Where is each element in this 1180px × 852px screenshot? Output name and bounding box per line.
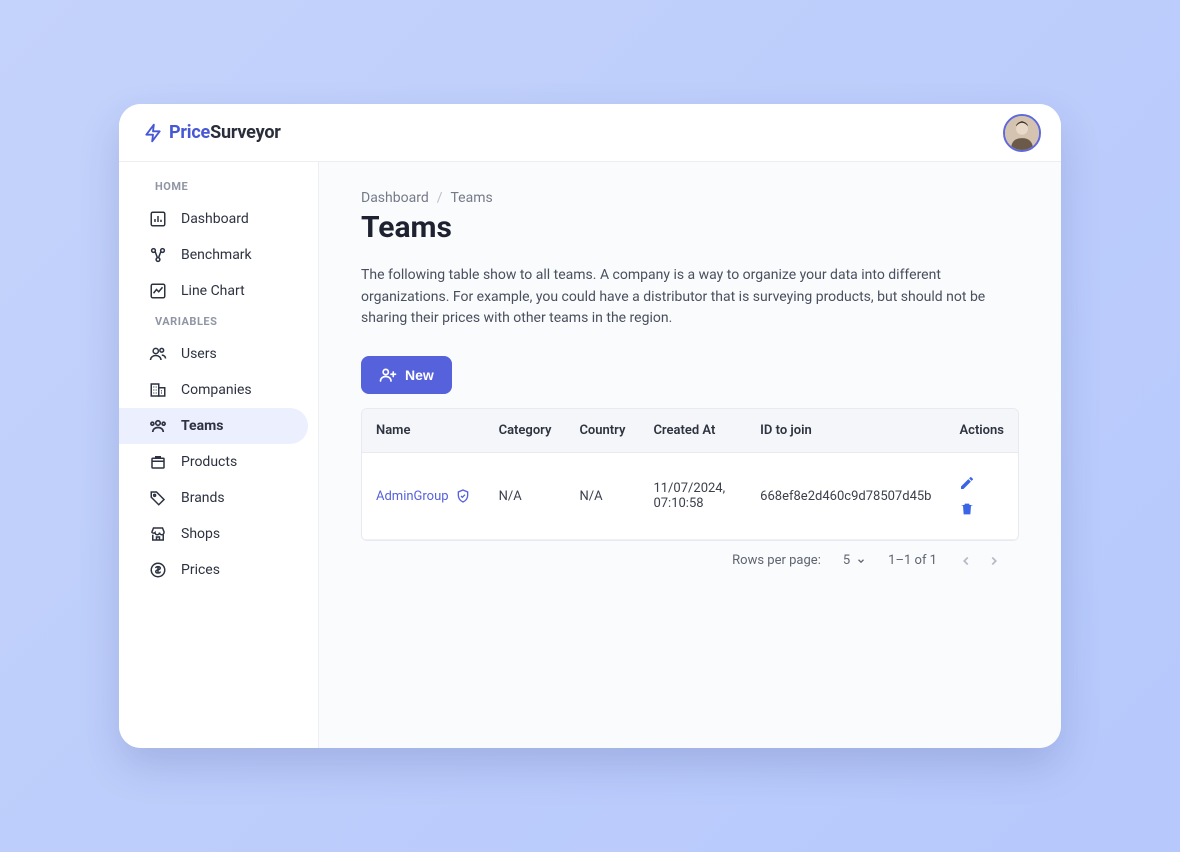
teams-icon <box>149 417 167 435</box>
brands-icon <box>149 489 167 507</box>
sidebar-item-label: Line Chart <box>181 283 245 299</box>
sidebar-item-label: Brands <box>181 490 225 506</box>
col-id-to-join: ID to join <box>746 409 945 453</box>
col-country: Country <box>565 409 639 453</box>
row-actions <box>959 475 1004 517</box>
rows-per-page-select[interactable]: 5 <box>843 553 866 568</box>
sidebar-item-label: Shops <box>181 526 220 542</box>
cell-id-to-join: 668ef8e2d460c9d78507d45b <box>746 453 945 540</box>
linechart-icon <box>149 282 167 300</box>
sidebar-item-dashboard[interactable]: Dashboard <box>119 201 318 237</box>
table-row: AdminGroup N/A N/A 11/07/2024, 07:10:58 … <box>362 453 1018 540</box>
breadcrumb-root[interactable]: Dashboard <box>361 190 429 206</box>
dashboard-icon <box>149 210 167 228</box>
team-name-text: AdminGroup <box>376 489 449 504</box>
sidebar-item-prices[interactable]: Prices <box>119 552 318 588</box>
page-prev-icon[interactable] <box>959 554 973 568</box>
cell-country: N/A <box>565 453 639 540</box>
col-category: Category <box>485 409 566 453</box>
benchmark-icon <box>149 246 167 264</box>
delete-icon[interactable] <box>959 501 975 517</box>
bolt-icon <box>143 123 163 143</box>
sidebar: HOME Dashboard Benchmark Line Chart VARI… <box>119 162 319 748</box>
sidebar-item-shops[interactable]: Shops <box>119 516 318 552</box>
new-button[interactable]: New <box>361 356 452 394</box>
col-name: Name <box>362 409 485 453</box>
users-icon <box>149 345 167 363</box>
app-window: PriceSurveyor HOME Dashboard Benchmark <box>119 104 1061 748</box>
sidebar-item-companies[interactable]: Companies <box>119 372 318 408</box>
chevron-down-icon <box>856 556 866 566</box>
sidebar-item-linechart[interactable]: Line Chart <box>119 273 318 309</box>
logo[interactable]: PriceSurveyor <box>143 122 281 143</box>
rows-per-page-value: 5 <box>843 553 850 568</box>
prices-icon <box>149 561 167 579</box>
col-actions: Actions <box>945 409 1018 453</box>
page-next-icon[interactable] <box>987 554 1001 568</box>
products-icon <box>149 453 167 471</box>
sidebar-item-teams[interactable]: Teams <box>119 408 308 444</box>
breadcrumb-separator: / <box>437 190 443 206</box>
rows-per-page-label: Rows per page: <box>732 553 821 568</box>
sidebar-item-label: Teams <box>181 418 223 434</box>
section-home-label: HOME <box>119 180 318 201</box>
shops-icon <box>149 525 167 543</box>
sidebar-item-label: Users <box>181 346 217 362</box>
sidebar-item-label: Companies <box>181 382 252 398</box>
main-content: Dashboard / Teams Teams The following ta… <box>319 162 1061 748</box>
logo-text: PriceSurveyor <box>169 122 281 143</box>
avatar-image <box>1005 114 1039 152</box>
companies-icon <box>149 381 167 399</box>
sidebar-item-label: Products <box>181 454 237 470</box>
topbar: PriceSurveyor <box>119 104 1061 162</box>
breadcrumb-current: Teams <box>451 190 493 206</box>
cell-category: N/A <box>485 453 566 540</box>
sidebar-item-brands[interactable]: Brands <box>119 480 318 516</box>
col-created-at: Created At <box>639 409 746 453</box>
cell-created-at: 11/07/2024, 07:10:58 <box>639 453 746 540</box>
shield-check-icon <box>455 488 471 504</box>
edit-icon[interactable] <box>959 475 975 491</box>
section-variables-label: VARIABLES <box>119 315 318 336</box>
page-description: The following table show to all teams. A… <box>361 265 1019 330</box>
pagination: Rows per page: 5 1–1 of 1 <box>361 541 1019 568</box>
breadcrumb: Dashboard / Teams <box>361 190 1019 206</box>
sidebar-item-benchmark[interactable]: Benchmark <box>119 237 318 273</box>
new-button-label: New <box>405 367 434 383</box>
body: HOME Dashboard Benchmark Line Chart VARI… <box>119 162 1061 748</box>
sidebar-item-users[interactable]: Users <box>119 336 318 372</box>
person-add-icon <box>379 366 397 384</box>
sidebar-item-label: Dashboard <box>181 211 249 227</box>
teams-table: Name Category Country Created At ID to j… <box>361 408 1019 541</box>
sidebar-item-label: Benchmark <box>181 247 252 263</box>
pagination-range: 1–1 of 1 <box>888 553 937 568</box>
team-name-link[interactable]: AdminGroup <box>376 488 471 504</box>
avatar[interactable] <box>1003 114 1041 152</box>
sidebar-item-label: Prices <box>181 562 220 578</box>
table-header-row: Name Category Country Created At ID to j… <box>362 409 1018 453</box>
page-title: Teams <box>361 210 1019 245</box>
sidebar-item-products[interactable]: Products <box>119 444 318 480</box>
